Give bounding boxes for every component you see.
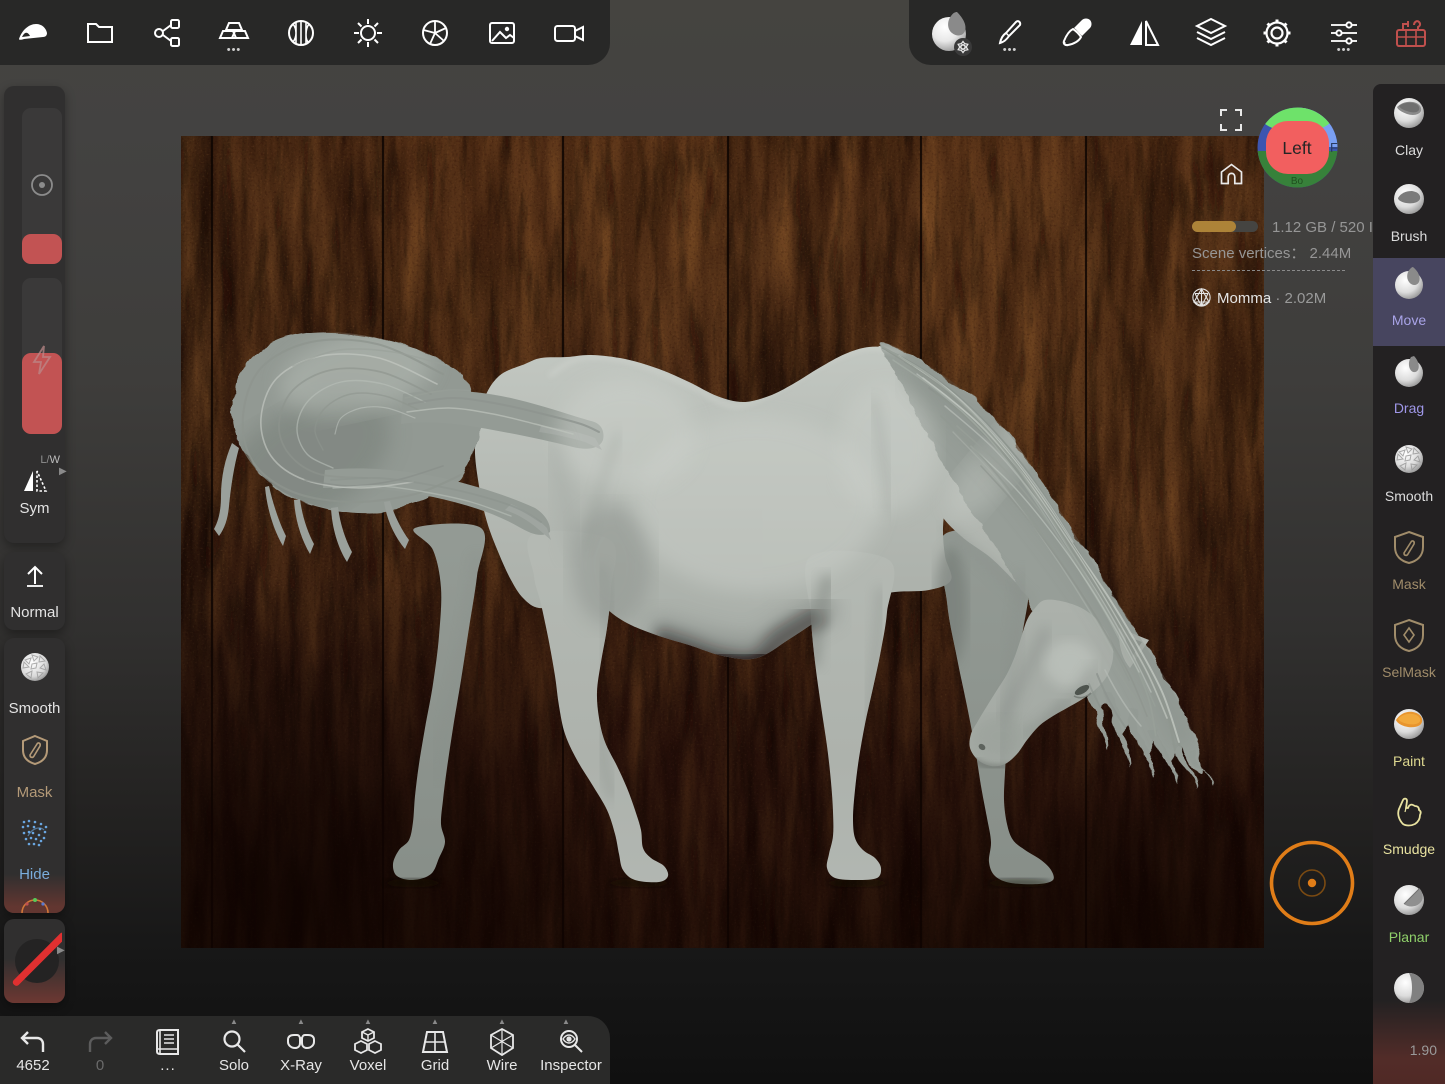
svg-text:F: F xyxy=(1330,140,1338,155)
svg-text:Bo: Bo xyxy=(1291,176,1304,187)
svg-text:Left: Left xyxy=(1282,138,1311,158)
